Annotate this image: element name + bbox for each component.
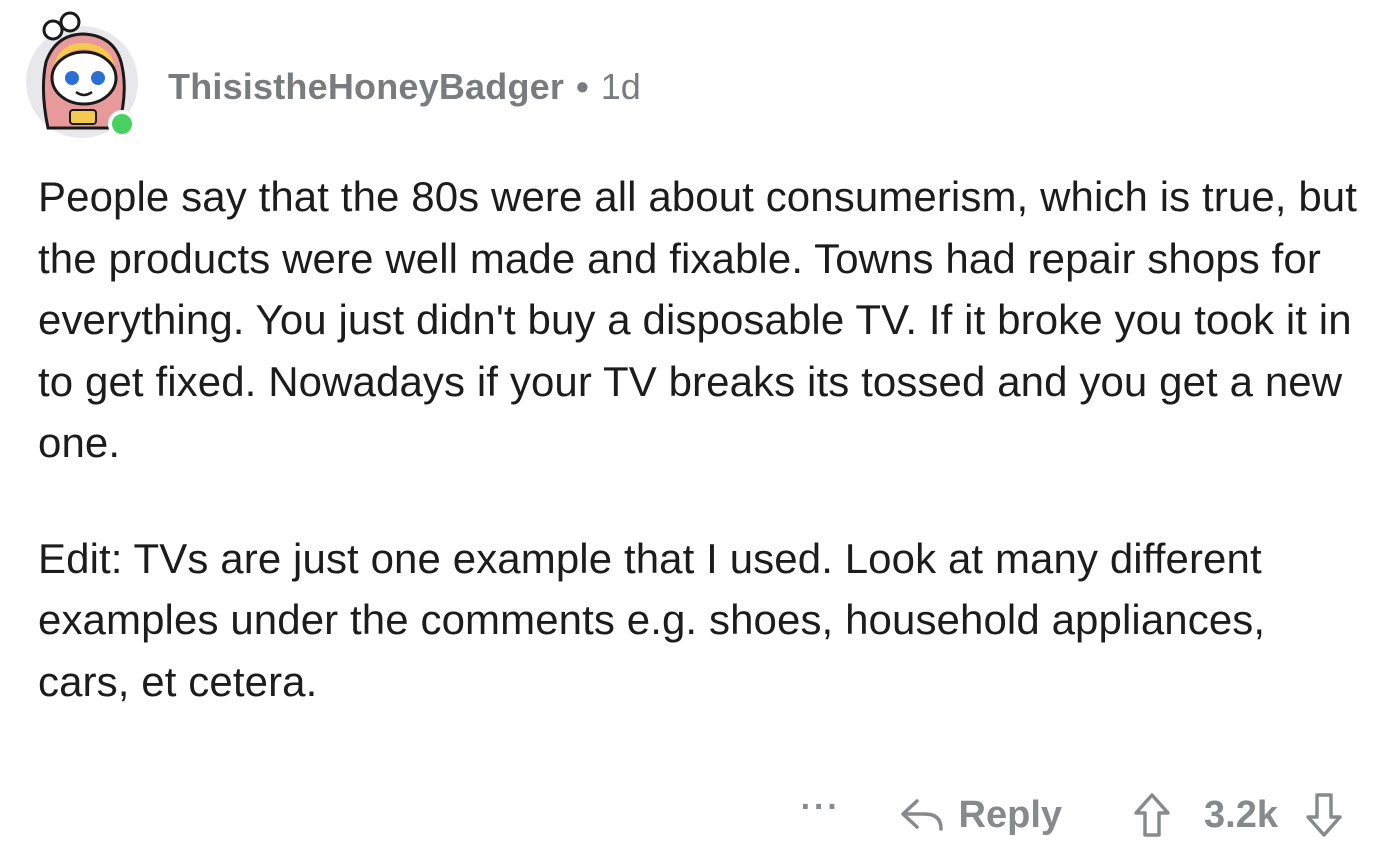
downvote-button[interactable] — [1304, 791, 1344, 839]
online-status-dot — [108, 110, 136, 138]
comment-edit-paragraph: Edit: TVs are just one example that I us… — [38, 534, 1266, 705]
vote-score: 3.2k — [1204, 793, 1278, 836]
reply-label: Reply — [958, 793, 1063, 836]
comment-meta: ThisistheHoneyBadger • 1d — [168, 64, 641, 110]
comment-actions: ··· Reply 3.2k — [801, 782, 1344, 848]
comment: ThisistheHoneyBadger • 1d People say tha… — [0, 0, 1400, 868]
comment-age: 1d — [600, 66, 641, 107]
upvote-button[interactable] — [1132, 791, 1172, 839]
reply-arrow-icon — [900, 799, 943, 831]
avatar[interactable] — [26, 10, 142, 142]
upvote-arrow-icon — [1134, 793, 1170, 837]
comment-body: People say that the 80s were all about c… — [38, 166, 1368, 712]
author-username[interactable]: ThisistheHoneyBadger — [168, 66, 564, 108]
reply-button[interactable]: Reply — [899, 794, 1062, 837]
comment-paragraph: People say that the 80s were all about c… — [38, 173, 1358, 466]
meta-separator: • — [576, 66, 589, 107]
downvote-arrow-icon — [1306, 793, 1342, 837]
more-dots-icon[interactable]: ··· — [801, 790, 841, 824]
